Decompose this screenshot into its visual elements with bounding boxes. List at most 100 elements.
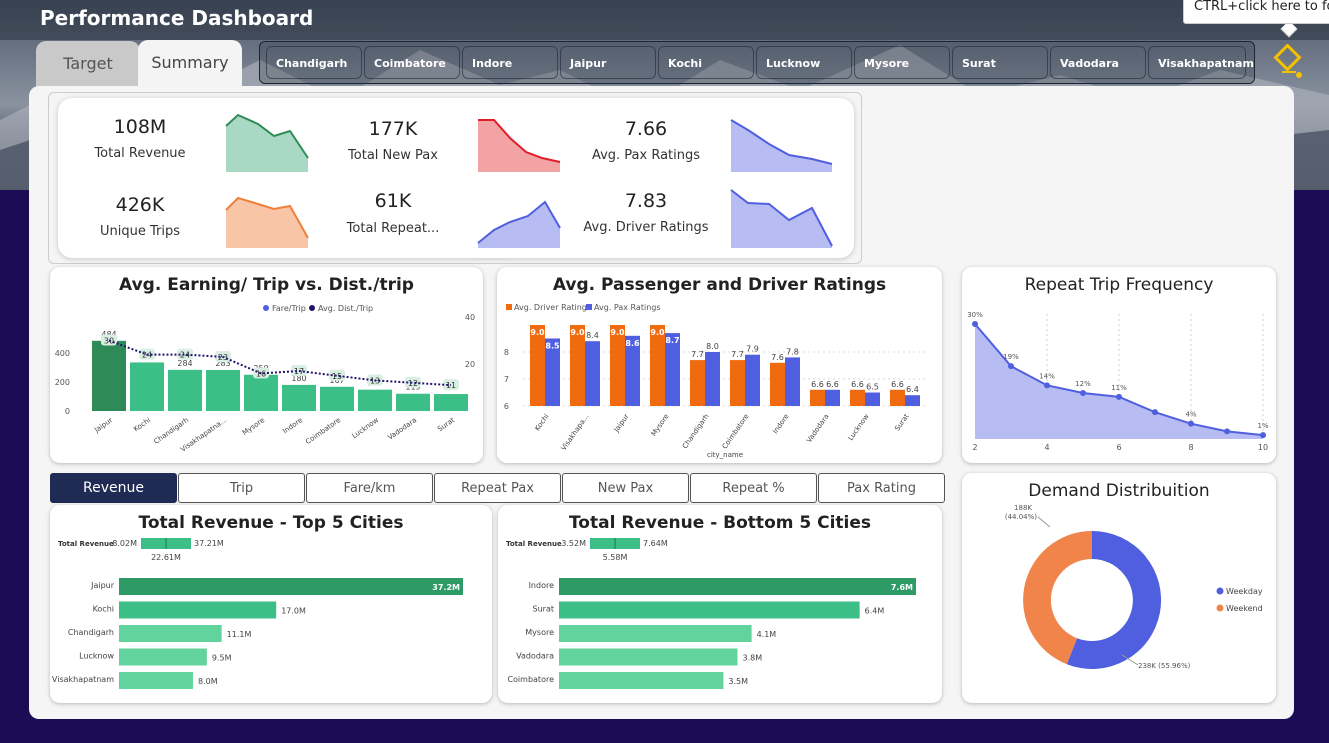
city-button-visakhapatnam[interactable]: Visakhapatnam [1148, 46, 1254, 79]
eraser-icon[interactable] [1270, 44, 1306, 80]
legend-marker-fare [263, 305, 269, 311]
bar-lucknow [358, 389, 392, 411]
y2-tick-label: 20 [465, 360, 475, 369]
data-label: 6.5 [866, 383, 879, 392]
data-label: 8.6 [625, 339, 640, 348]
metric-tab-trip[interactable]: Trip [178, 473, 305, 503]
tab-summary[interactable]: Summary [138, 40, 242, 90]
y-tick-label: Visakhapatnam [52, 675, 114, 684]
city-button-lucknow[interactable]: Lucknow [756, 46, 852, 79]
chart-title: Avg. Passenger and Driver Ratings [552, 275, 887, 295]
y-tick-label: Mysore [525, 628, 554, 637]
y-tick-label: Chandigarh [68, 628, 114, 637]
bar-mysore [244, 374, 278, 411]
bar-visakhapa-driver [570, 325, 585, 406]
data-label: 3.5M [728, 677, 748, 686]
data-label: 3.8M [743, 654, 763, 663]
x-tick-label: Lucknow [351, 416, 381, 440]
x-tick-label: 4 [1044, 443, 1049, 452]
chart-title: Total Revenue - Bottom 5 Cities [568, 513, 872, 533]
y-tick-label: 8 [504, 348, 509, 357]
data-label-distance: 24 [180, 351, 190, 360]
x-tick-label: Kochi [132, 416, 152, 433]
data-label-distance: 12 [408, 379, 418, 388]
x-tick-label: Surat [893, 412, 910, 432]
data-label: 17.0M [281, 607, 306, 616]
bar-lucknow-pax [865, 392, 880, 406]
range-min-label: 8.02M [112, 539, 137, 548]
legend-label-weekend: Weekend [1226, 604, 1263, 613]
bar-lucknow-driver [850, 389, 865, 406]
legend-marker-weekday [1216, 587, 1224, 595]
chart-card-ratings: Avg. Passenger and Driver Ratings Avg. D… [497, 267, 942, 463]
data-label: 12% [1075, 380, 1091, 388]
bar-indore [282, 384, 316, 411]
x-tick-label: Lucknow [847, 412, 871, 442]
legend-marker-driver [506, 304, 512, 310]
data-label: 1% [1257, 422, 1268, 430]
y-tick-label: Kochi [93, 605, 114, 614]
bar-surat-driver [890, 389, 905, 406]
legend-label-distance: Avg. Dist./Trip [318, 304, 373, 313]
data-label: 6.6 [851, 380, 864, 389]
bar-chandigarh [119, 625, 222, 642]
city-button-mysore[interactable]: Mysore [854, 46, 950, 79]
top5-revenue-chart: Total Revenue8.02M 37.21M 22.61M Jaipur 37.2… [52, 538, 463, 689]
chart-title: Total Revenue - Top 5 Cities [138, 513, 404, 533]
bar-coimbatore-driver [730, 360, 745, 406]
x-tick-label: 6 [1116, 443, 1121, 452]
data-label: 4% [1185, 411, 1196, 419]
area-fill [975, 324, 1263, 439]
bar-chandigarh-pax [705, 352, 720, 406]
kpi-card: 108M Total Revenue 177K Total New Pax 7.… [58, 98, 854, 258]
y-tick-label: 0 [65, 407, 70, 416]
data-point [1116, 393, 1122, 400]
x-tick-label: Visakhapa... [560, 413, 591, 453]
data-label: 7.9 [746, 345, 759, 354]
bar-chandigarh [168, 369, 202, 411]
data-label: 7.7 [731, 350, 744, 359]
city-button-indore[interactable]: Indore [462, 46, 558, 79]
city-button-vadodara[interactable]: Vadodara [1050, 46, 1146, 79]
city-button-jaipur[interactable]: Jaipur [560, 46, 656, 79]
city-button-kochi[interactable]: Kochi [658, 46, 754, 79]
data-point [1224, 428, 1230, 435]
data-label: 7.7 [691, 350, 704, 359]
range-max-label: 7.64M [643, 539, 668, 548]
bar-jaipur [92, 340, 126, 411]
data-label: 6.4M [865, 607, 885, 616]
x-tick-label: 2 [972, 443, 977, 452]
metric-tab-new-pax[interactable]: New Pax [562, 473, 689, 503]
city-button-chandigarh[interactable]: Chandigarh [266, 46, 362, 79]
data-label: 4.1M [757, 630, 777, 639]
metric-tab-repeat-pct[interactable]: Repeat % [690, 473, 817, 503]
legend-marker-weekend [1216, 604, 1224, 612]
metric-tab-revenue[interactable]: Revenue [50, 473, 177, 503]
metric-tab-fare-km[interactable]: Fare/km [306, 473, 433, 503]
y-tick-label: Coimbatore [507, 675, 554, 684]
data-point [1044, 382, 1050, 389]
bar-vadodara-pax [825, 389, 840, 406]
data-label: 9.0 [610, 328, 625, 337]
data-label: 6.4 [906, 385, 919, 394]
bar-visakhapa-pax [585, 341, 600, 406]
legend-label-fare: Fare/Trip [272, 304, 306, 313]
city-button-surat[interactable]: Surat [952, 46, 1048, 79]
bar-visakhapatna [206, 369, 240, 411]
data-label: 9.5M [212, 654, 232, 663]
kpi-sparklines [225, 113, 833, 248]
chart-card-earning-vs-distance: Avg. Earning/ Trip vs. Dist./trip Fare/T… [50, 267, 483, 463]
metric-tab-pax-rating[interactable]: Pax Rating [818, 473, 945, 503]
legend-label: Total Revenue [58, 540, 114, 548]
city-button-coimbatore[interactable]: Coimbatore [364, 46, 460, 79]
metric-tab-repeat-pax[interactable]: Repeat Pax [434, 473, 561, 503]
x-tick-label: Surat [436, 416, 456, 433]
x-tick-label: Vadodara [386, 416, 418, 442]
x-tick-label: 10 [1258, 443, 1268, 452]
data-label: 8.0 [706, 342, 719, 351]
bar-indore [559, 578, 916, 595]
bar-jaipur [119, 578, 463, 595]
tab-target[interactable]: Target [36, 41, 140, 87]
bar-visakhapatnam [119, 672, 193, 689]
data-label: 37.2M [432, 583, 460, 592]
